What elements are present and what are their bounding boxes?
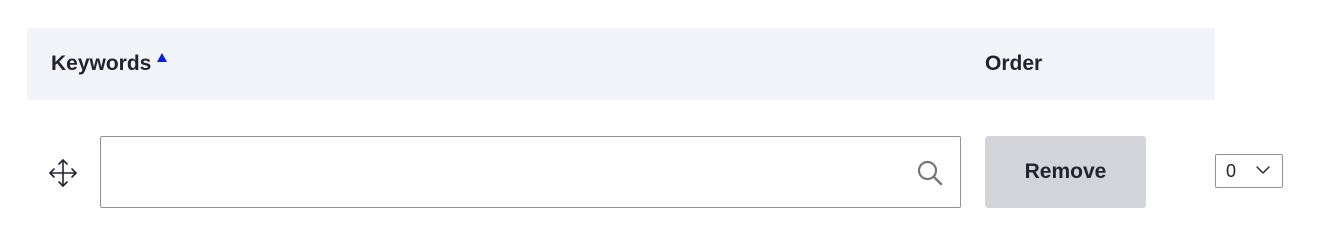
search-icon[interactable] bbox=[916, 159, 944, 187]
drag-handle-icon[interactable] bbox=[48, 158, 78, 188]
sort-ascending-icon[interactable] bbox=[157, 52, 168, 62]
keyword-search-input[interactable] bbox=[101, 137, 901, 207]
order-select[interactable]: 0 bbox=[1215, 154, 1283, 188]
chevron-down-icon bbox=[1256, 166, 1270, 174]
column-header-order-label: Order bbox=[985, 52, 1043, 75]
order-select-value: 0 bbox=[1226, 161, 1237, 181]
column-header-order: Order bbox=[985, 28, 1042, 100]
column-header-keywords-label[interactable]: Keywords bbox=[51, 52, 151, 76]
table-header: Keywords Order bbox=[27, 28, 1215, 100]
remove-button[interactable]: Remove bbox=[985, 136, 1146, 208]
keyword-search-field bbox=[100, 136, 961, 208]
column-header-keywords[interactable]: Keywords bbox=[51, 28, 168, 100]
